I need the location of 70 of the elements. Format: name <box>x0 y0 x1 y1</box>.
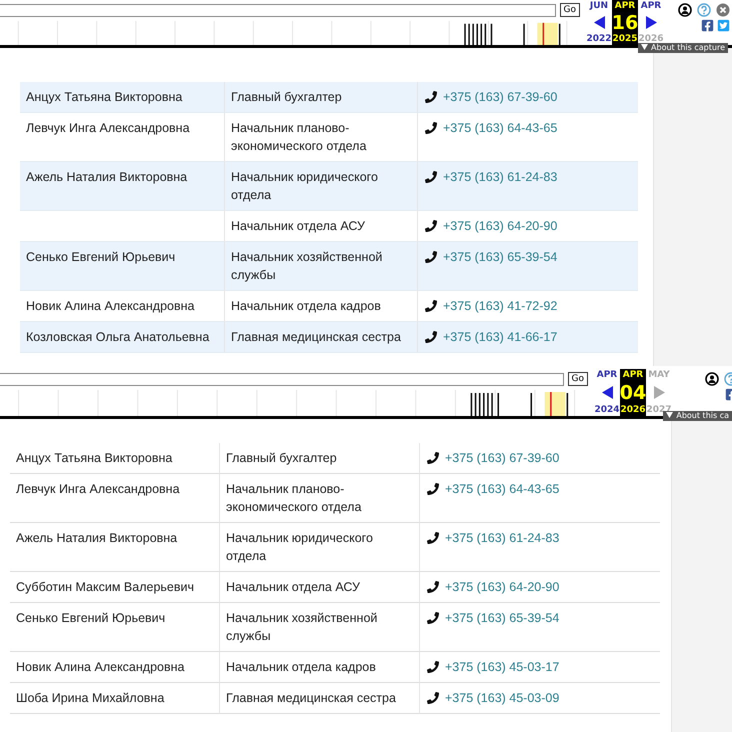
phone-icon <box>427 483 439 495</box>
phone-icon <box>427 532 439 544</box>
current-year: 2025 <box>612 34 638 44</box>
phone-icon <box>427 581 439 593</box>
phone-link[interactable]: +375 (163) 64-20-90 <box>443 217 558 235</box>
phone-link[interactable]: +375 (163) 61-24-83 <box>443 168 558 186</box>
position-cell: Главный бухгалтер <box>224 82 417 113</box>
left-arrow-icon[interactable] <box>602 386 612 399</box>
position-cell: Начальник планово-экономического отдела <box>224 113 417 162</box>
phone-icon <box>425 300 437 312</box>
month-link[interactable]: APR <box>640 1 662 11</box>
phone-icon <box>427 612 439 624</box>
phone-icon <box>425 122 437 134</box>
phone-link[interactable]: +375 (163) 65-39-54 <box>443 248 558 266</box>
year-link[interactable]: 2026 <box>638 34 664 44</box>
position-cell: Начальник юридического отдела <box>224 162 417 211</box>
current-year: 2026 <box>620 405 646 415</box>
name-cell: Ажель Наталия Викторовна <box>20 162 224 211</box>
name-cell: Козловская Ольга Анатольевна <box>20 322 224 353</box>
position-cell: Начальник юридического отдела <box>219 523 419 572</box>
month-link[interactable]: JUN <box>590 1 608 11</box>
name-cell: Анцух Татьяна Викторовна <box>20 82 224 113</box>
phone-link[interactable]: +375 (163) 67-39-60 <box>445 449 560 467</box>
go-button[interactable]: Go <box>560 3 580 17</box>
url-field[interactable] <box>0 372 564 386</box>
position-cell: Главная медицинская сестра <box>219 683 419 714</box>
current-day: 16 <box>612 12 638 32</box>
position-cell: Начальник хозяйственной службы <box>224 242 417 291</box>
phone-link[interactable]: +375 (163) 65-39-54 <box>445 609 560 627</box>
month-link[interactable]: APR <box>596 370 618 380</box>
phone-link[interactable]: +375 (163) 45-03-09 <box>445 689 560 707</box>
phone-icon <box>427 661 439 673</box>
position-cell: Начальник отдела АСУ <box>224 211 417 242</box>
phone-icon <box>427 692 439 704</box>
position-cell: Начальник хозяйственной службы <box>219 603 419 652</box>
phone-icon <box>425 220 437 232</box>
position-cell: Главная медицинская сестра <box>224 322 417 353</box>
position-cell: Начальник отдела АСУ <box>219 572 419 603</box>
position-cell: Начальник планово-экономического отдела <box>219 474 419 523</box>
position-cell: Начальник отдела кадров <box>224 291 417 322</box>
close-icon[interactable] <box>716 3 730 17</box>
current-month: APR <box>614 1 636 11</box>
phone-icon <box>425 91 437 103</box>
phone-link[interactable]: +375 (163) 64-43-65 <box>445 480 560 498</box>
phone-link[interactable]: +375 (163) 64-43-65 <box>443 119 558 137</box>
user-icon[interactable] <box>678 3 692 17</box>
user-icon[interactable] <box>705 372 719 386</box>
phone-icon <box>425 331 437 343</box>
phone-icon <box>425 251 437 263</box>
about-capture-button[interactable]: About this capture <box>638 43 728 53</box>
position-cell: Начальник отдела кадров <box>219 652 419 683</box>
year-link[interactable]: 2024 <box>594 405 620 415</box>
right-arrow-icon[interactable] <box>646 16 656 29</box>
position-cell: Главный бухгалтер <box>219 443 419 474</box>
name-cell: Сенько Евгений Юрьевич <box>20 242 224 291</box>
phone-icon <box>427 452 439 464</box>
current-month: APR <box>622 370 644 380</box>
twitter-icon[interactable] <box>717 19 730 32</box>
phone-icon <box>425 171 437 183</box>
left-arrow-icon[interactable] <box>594 16 604 29</box>
go-button[interactable]: Go <box>568 372 588 386</box>
phone-link[interactable]: +375 (163) 61-24-83 <box>445 529 560 547</box>
url-field[interactable] <box>0 4 556 16</box>
facebook-icon[interactable] <box>701 19 714 32</box>
current-day: 04 <box>620 382 646 402</box>
about-capture-button[interactable]: About this ca <box>663 411 732 421</box>
phone-link[interactable]: +375 (163) 45-03-17 <box>445 658 560 676</box>
phone-link[interactable]: +375 (163) 41-72-92 <box>443 297 558 315</box>
year-link[interactable]: 2022 <box>586 34 612 44</box>
phone-link[interactable]: +375 (163) 64-20-90 <box>445 578 560 596</box>
